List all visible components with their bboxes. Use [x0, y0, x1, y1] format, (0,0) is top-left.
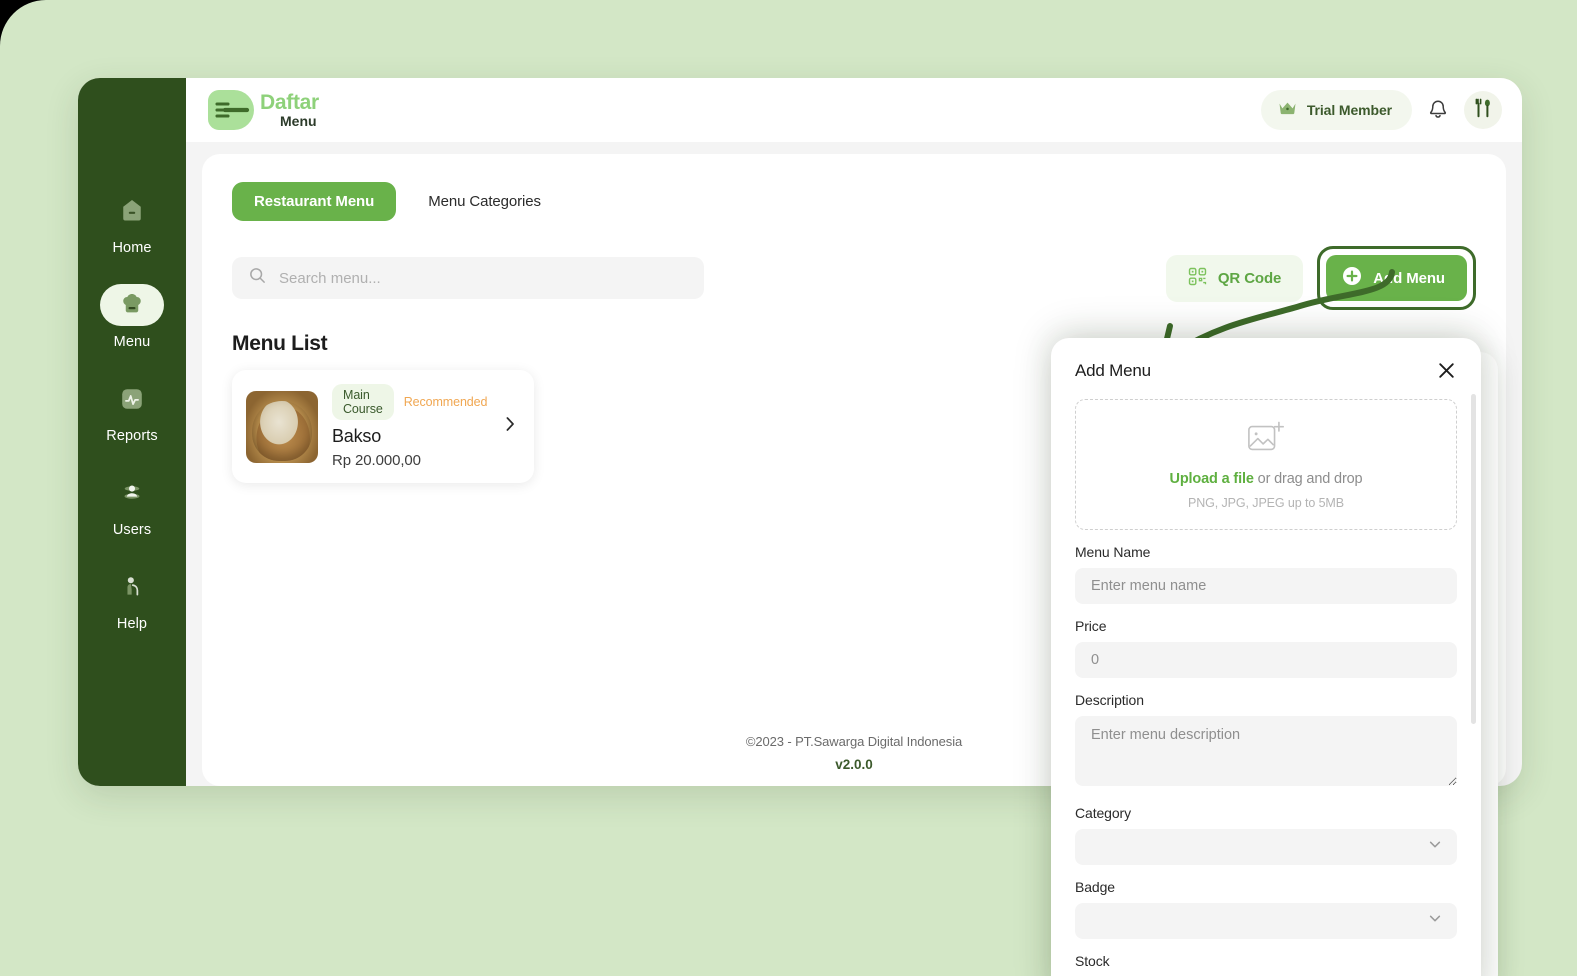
sidebar-item-help[interactable]: Help [88, 566, 176, 632]
home-icon [100, 190, 164, 232]
sidebar-item-label: Users [112, 522, 152, 538]
field-category: Category [1075, 805, 1457, 865]
add-menu-button[interactable]: Add Menu [1326, 255, 1467, 301]
logo-primary-text: Daftar [260, 91, 319, 114]
crown-icon [1277, 99, 1298, 121]
field-stock: Stock Unavailable [1075, 953, 1457, 976]
field-price: Price [1075, 618, 1457, 678]
tabs: Restaurant Menu Menu Categories [232, 182, 1476, 221]
search-input[interactable] [279, 269, 688, 287]
app-logo[interactable]: Daftar Menu [208, 90, 319, 130]
search-icon [248, 266, 267, 290]
users-icon [100, 472, 164, 514]
fork-spoon-icon [1471, 96, 1495, 125]
chef-hat-icon [100, 284, 164, 326]
bell-icon[interactable] [1426, 98, 1450, 123]
sidebar: Home Menu Reports Users Help [78, 78, 186, 786]
menu-name-label: Menu Name [1075, 544, 1151, 560]
chart-icon [100, 378, 164, 420]
toolbar-row: QR Code [232, 246, 1476, 310]
close-icon[interactable] [1436, 360, 1457, 381]
field-menu-name: Menu Name [1075, 544, 1457, 604]
dropzone-rest: or drag and drop [1253, 471, 1363, 487]
sidebar-item-label: Reports [106, 428, 158, 444]
plus-circle-icon [1342, 266, 1362, 290]
dropzone-text: Upload a file or drag and drop [1170, 471, 1363, 487]
tab-restaurant-menu[interactable]: Restaurant Menu [232, 182, 397, 221]
menu-thumbnail [246, 390, 318, 463]
tab-menu-categories[interactable]: Menu Categories [406, 182, 563, 221]
avatar[interactable] [1464, 91, 1502, 129]
field-description: Description [1075, 692, 1457, 791]
qr-code-label: QR Code [1217, 269, 1282, 287]
sidebar-item-label: Home [112, 240, 152, 256]
modal-header: Add Menu [1075, 360, 1457, 381]
modal-scrollbar[interactable] [1471, 394, 1476, 724]
sidebar-item-label: Menu [113, 334, 151, 350]
screenshot-stage: Home Menu Reports Users Help Daftar Menu… [0, 0, 1577, 976]
sidebar-item-users[interactable]: Users [88, 472, 176, 538]
price-label: Price [1075, 618, 1107, 634]
add-menu-label: Add Menu [1373, 269, 1445, 287]
modal-title: Add Menu [1075, 360, 1151, 380]
badge-label: Badge [1075, 879, 1115, 895]
price-input[interactable] [1075, 642, 1457, 678]
toolbar-actions: QR Code Add Menu [1165, 246, 1476, 310]
menu-name-input[interactable] [1075, 568, 1457, 604]
dropzone-hint: PNG, JPG, JPEG up to 5MB [1188, 496, 1344, 510]
search-box[interactable] [232, 257, 704, 299]
logo-text: Daftar Menu [260, 92, 319, 128]
description-label: Description [1075, 692, 1144, 708]
menu-card-body: Main Course Recommended Bakso Rp 20.000,… [332, 384, 488, 469]
sidebar-item-menu[interactable]: Menu [88, 284, 176, 350]
category-select[interactable] [1075, 829, 1457, 865]
fork-logo-icon [208, 90, 254, 130]
sidebar-item-reports[interactable]: Reports [88, 378, 176, 444]
description-input[interactable] [1075, 716, 1457, 786]
badge-row: Main Course Recommended [332, 384, 488, 420]
category-badge: Main Course [332, 384, 394, 420]
sidebar-item-label: Help [116, 616, 148, 632]
add-menu-highlight: Add Menu [1317, 246, 1476, 310]
field-badge: Badge [1075, 879, 1457, 939]
image-plus-icon [1245, 419, 1287, 462]
upload-link[interactable]: Upload a file [1170, 471, 1254, 487]
recommended-badge: Recommended [403, 395, 488, 409]
logo-secondary-text: Menu [280, 113, 317, 129]
topbar: Daftar Menu Trial Member [186, 78, 1522, 142]
badge-select[interactable] [1075, 903, 1457, 939]
menu-item-name: Bakso [332, 426, 382, 446]
qr-code-button[interactable]: QR Code [1165, 254, 1304, 302]
qr-code-icon [1188, 267, 1207, 290]
add-menu-modal: Add Menu Upload a file or drag and drop … [1051, 338, 1481, 976]
menu-card[interactable]: Main Course Recommended Bakso Rp 20.000,… [232, 370, 534, 483]
trial-member-badge[interactable]: Trial Member [1260, 90, 1412, 130]
category-select-wrap [1075, 829, 1457, 865]
chevron-right-icon[interactable] [500, 414, 520, 439]
stock-label: Stock [1075, 953, 1110, 969]
badge-select-wrap [1075, 903, 1457, 939]
menu-item-price: Rp 20.000,00 [332, 452, 421, 469]
topbar-right: Trial Member [1260, 90, 1502, 130]
help-icon [100, 566, 164, 608]
trial-member-label: Trial Member [1306, 102, 1392, 118]
category-label: Category [1075, 805, 1132, 821]
file-dropzone[interactable]: Upload a file or drag and drop PNG, JPG,… [1075, 399, 1457, 530]
sidebar-item-home[interactable]: Home [88, 190, 176, 256]
